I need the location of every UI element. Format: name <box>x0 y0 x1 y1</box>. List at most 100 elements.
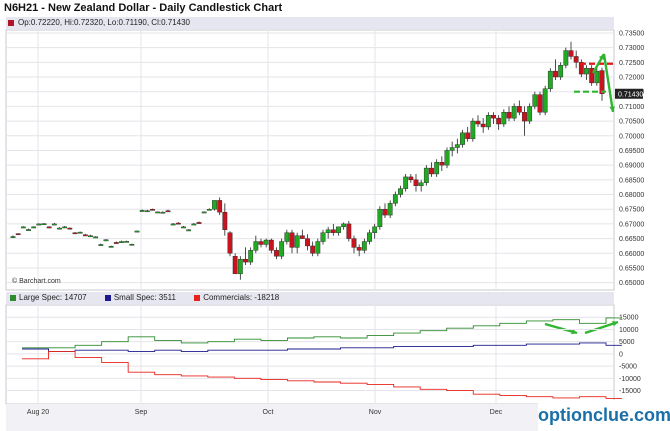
candle <box>589 65 595 86</box>
candle-body <box>263 239 269 245</box>
candle-body <box>403 176 409 189</box>
candle-body <box>181 226 186 229</box>
candle-body <box>150 209 155 211</box>
candle-body <box>15 233 21 235</box>
candle <box>232 253 238 275</box>
candle-body <box>196 222 202 224</box>
x-tick-label: Aug 20 <box>27 409 49 416</box>
candle-body <box>553 70 558 78</box>
candle <box>444 147 450 169</box>
candle-body <box>460 132 465 145</box>
candle-body <box>144 210 150 213</box>
candle-body <box>392 194 398 204</box>
candle-body <box>305 238 310 247</box>
candle-body <box>139 210 145 212</box>
candle-body <box>454 144 460 148</box>
candle-body <box>573 56 579 63</box>
candle <box>423 165 429 186</box>
candle-body <box>206 209 212 211</box>
candle-body <box>103 239 109 242</box>
candle-body <box>284 232 290 242</box>
candle-body <box>377 209 383 228</box>
candle-body <box>413 179 419 186</box>
candle-body <box>113 242 119 244</box>
candle-body <box>108 246 114 248</box>
price-tick-label: 0.67500 <box>619 207 644 214</box>
candle-body <box>382 209 388 216</box>
candle <box>377 206 383 230</box>
candle-body <box>594 70 600 84</box>
price-tick-label: 0.73500 <box>619 30 644 37</box>
candle <box>155 211 161 214</box>
candle-body <box>367 232 372 242</box>
candle-body <box>346 223 352 239</box>
candle-body <box>584 67 589 75</box>
candle-body <box>315 241 321 254</box>
candle-body <box>191 223 197 226</box>
price-tick-label: 0.66500 <box>619 236 644 243</box>
candle <box>470 118 476 142</box>
candle-body <box>201 211 207 214</box>
candle-body <box>57 227 62 230</box>
candle-body <box>217 200 223 213</box>
candle-body <box>387 203 393 216</box>
candle-body <box>563 50 569 66</box>
price-tick-label: 0.71000 <box>619 104 644 111</box>
candle-body <box>336 226 341 233</box>
price-tick-label: 0.70000 <box>619 133 644 140</box>
candle-body <box>568 50 574 57</box>
candle-body <box>299 235 305 239</box>
candle-body <box>279 241 285 257</box>
candle-body <box>88 235 93 238</box>
price-tick-label: 0.73000 <box>619 45 644 52</box>
candle-body <box>274 250 279 257</box>
price-tick-label: 0.66000 <box>619 251 644 258</box>
candle-body <box>26 229 31 231</box>
x-tick-label: Sep <box>135 409 148 416</box>
candle-body <box>439 162 445 166</box>
price-tick-label: 0.67000 <box>619 221 644 228</box>
candle <box>346 220 352 242</box>
candle-body <box>423 167 429 183</box>
candle-body <box>599 70 605 94</box>
candle-body <box>155 211 161 214</box>
candle-body <box>511 106 517 119</box>
candle-body <box>361 241 367 251</box>
candle-body <box>547 70 553 89</box>
candle-body <box>10 236 16 238</box>
candle-body <box>444 150 450 166</box>
candle-body <box>351 238 357 248</box>
candle-body <box>341 223 347 228</box>
candle-body <box>124 241 130 243</box>
last-value-label: 0.71430 <box>618 91 643 98</box>
candle-body <box>222 211 228 230</box>
candle-body <box>320 232 326 242</box>
candle-body <box>170 223 176 226</box>
candle-body <box>558 65 564 78</box>
candle-body <box>289 232 295 248</box>
candle-body <box>93 236 99 239</box>
candle-body <box>418 182 424 186</box>
candle <box>537 91 543 116</box>
x-tick-label: Dec <box>490 409 503 416</box>
candle <box>527 103 533 125</box>
candle-body <box>51 223 57 226</box>
candle-body <box>62 226 68 229</box>
chart-canvas: 0.735000.730000.725000.720000.715000.710… <box>5 29 644 431</box>
candle-body <box>491 114 496 119</box>
candle-body <box>165 210 171 213</box>
price-panel <box>5 29 615 291</box>
cot-tick-label: 15000 <box>619 315 639 322</box>
price-tick-label: 0.68000 <box>619 192 644 199</box>
x-axis-strip <box>6 404 614 431</box>
cot-tick-label: 0 <box>619 351 623 358</box>
candle-body <box>186 229 192 232</box>
candle <box>279 238 285 260</box>
candle-body <box>522 112 527 122</box>
price-tick-label: 0.65500 <box>619 265 644 272</box>
candle-body <box>532 94 538 107</box>
price-tick-label: 0.72500 <box>619 60 644 67</box>
candle-body <box>253 241 259 251</box>
candle-body <box>160 211 166 214</box>
candle-body <box>237 258 243 275</box>
